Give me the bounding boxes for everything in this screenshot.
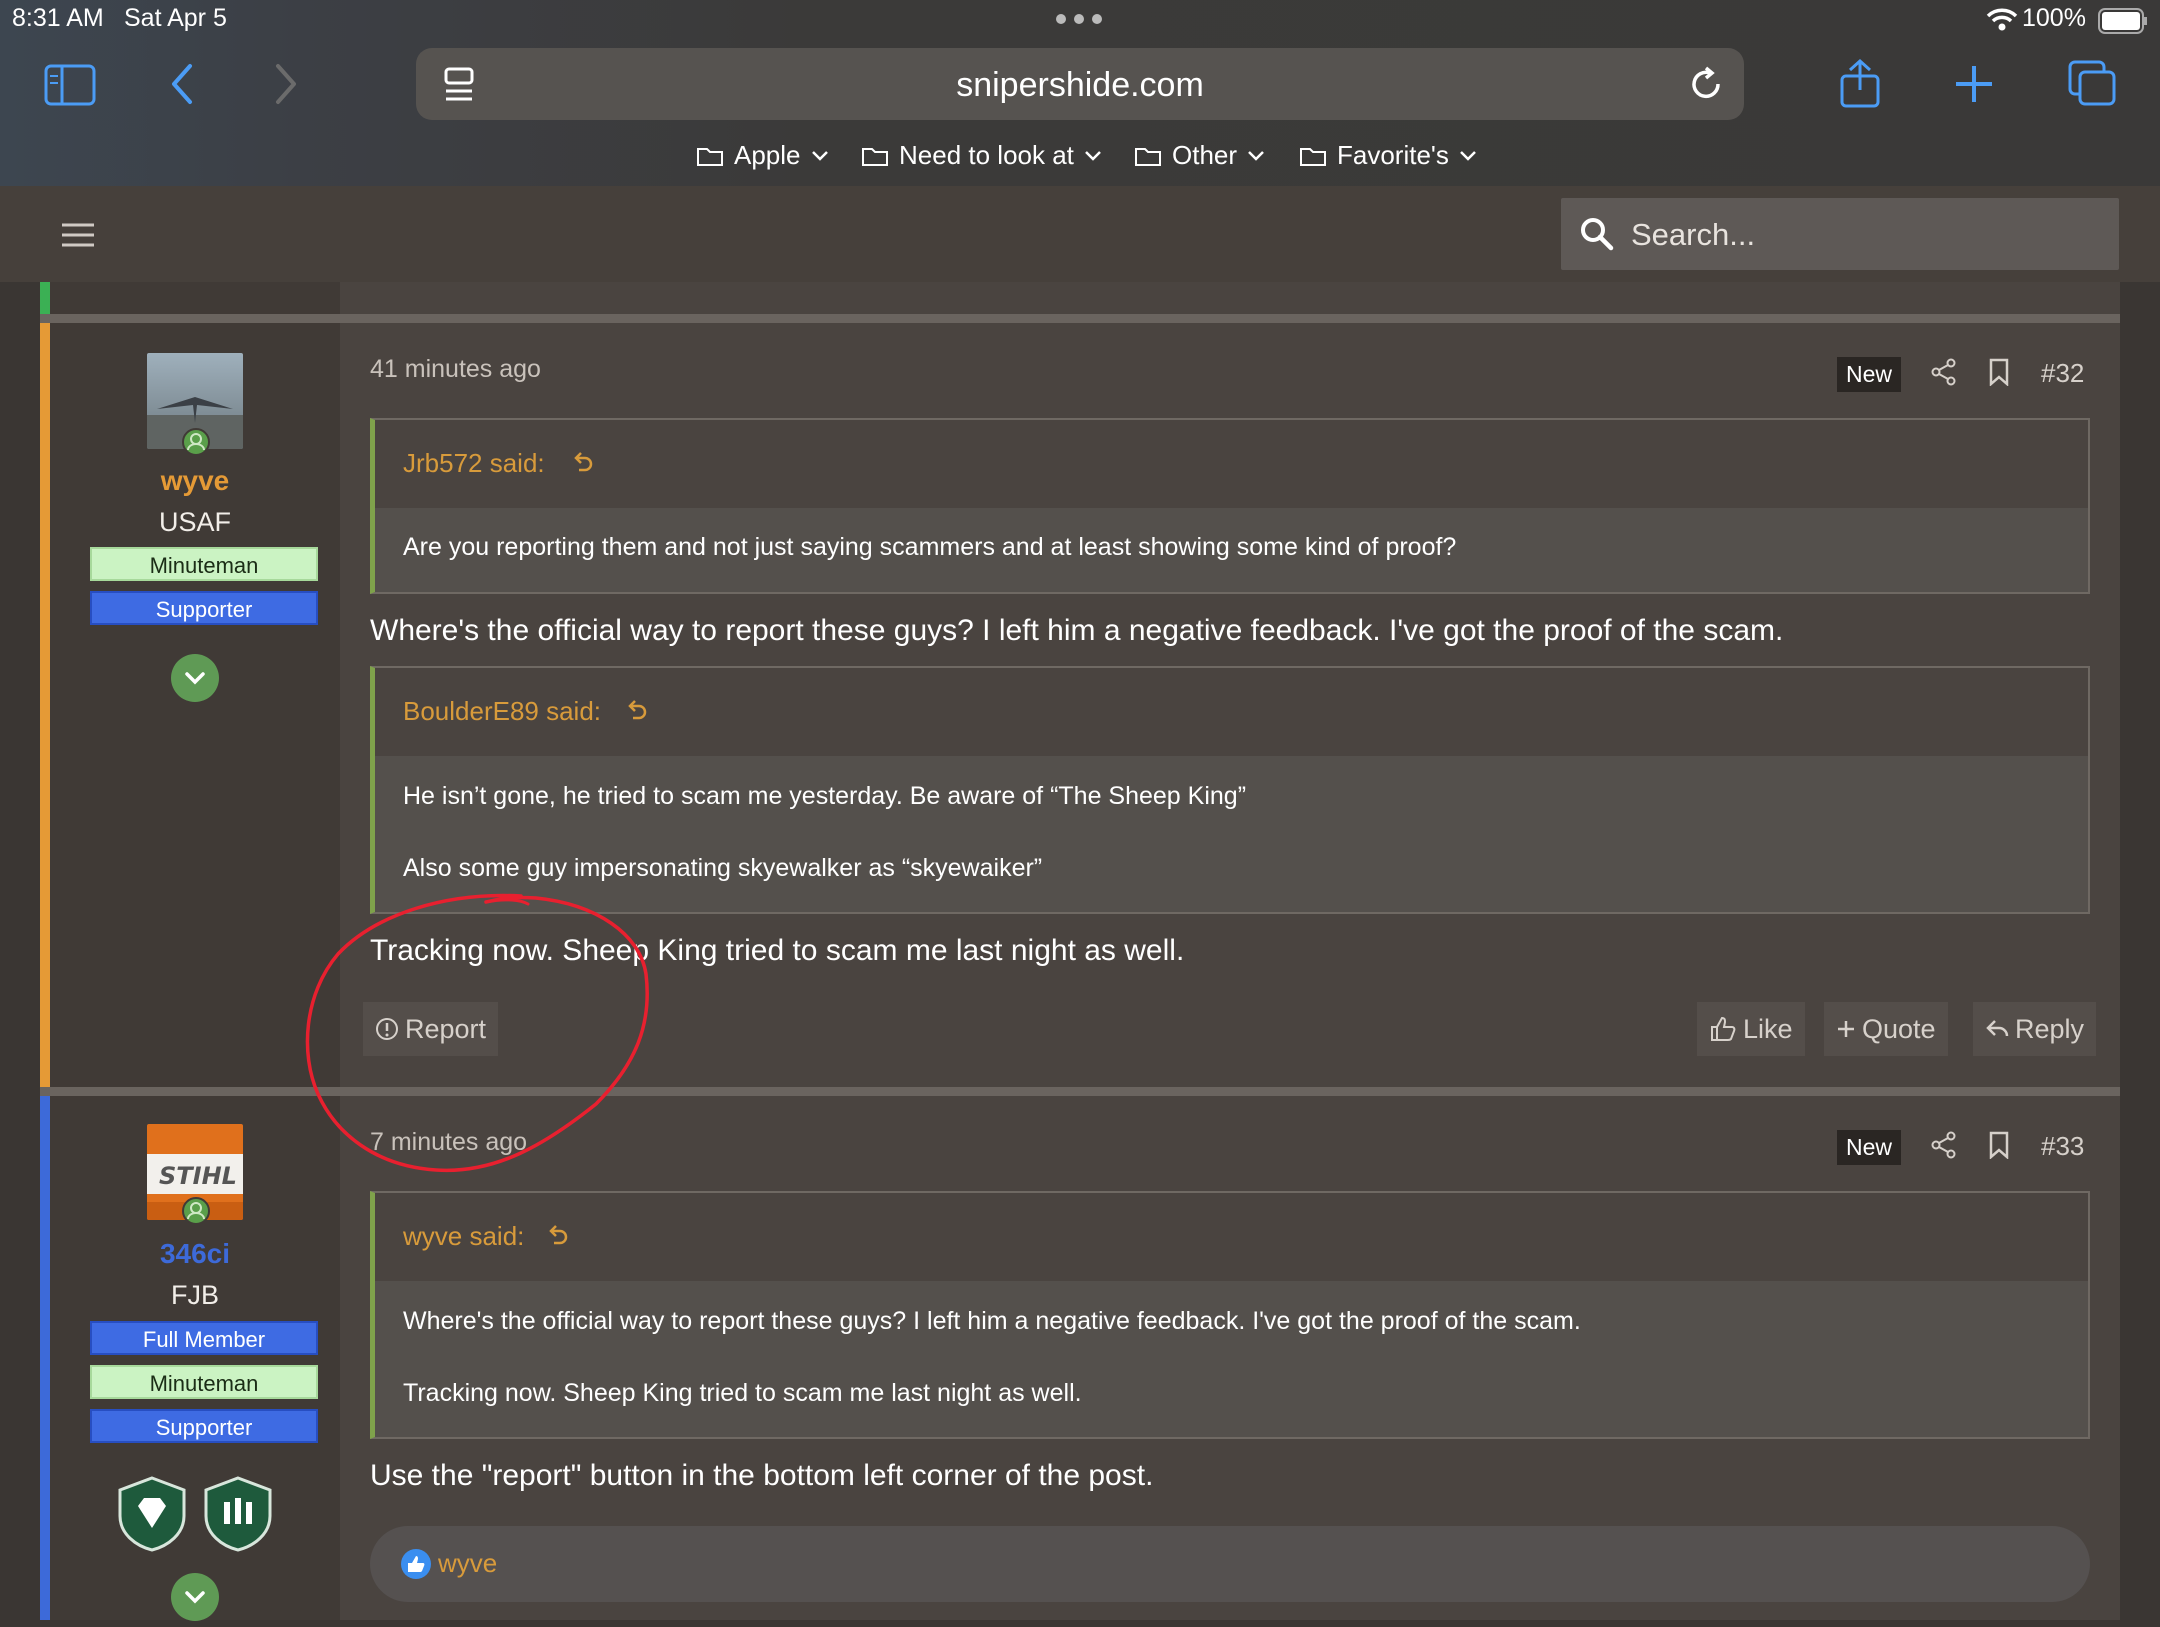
folder-icon <box>1135 147 1161 166</box>
bookmark-label: Other <box>1172 140 1238 170</box>
ammo-trophy-icon[interactable] <box>202 1476 274 1557</box>
svg-text:STIHL: STIHL <box>159 1162 237 1190</box>
reload-icon[interactable] <box>1686 64 1726 109</box>
post-number[interactable]: #32 <box>2041 358 2084 389</box>
expand-user-info-icon[interactable] <box>170 653 220 708</box>
bookmark-folder-need-to-look-at[interactable]: Need to look at <box>861 140 1102 171</box>
quote-text: Where's the official way to report these… <box>403 1307 1581 1335</box>
reply-label: Reply <box>2015 1014 2085 1044</box>
search-icon <box>1579 216 1615 257</box>
quote-text: He isn’t gone, he tried to scam me yeste… <box>403 782 1247 810</box>
reply-button[interactable]: Reply <box>1973 1002 2097 1056</box>
folder-icon <box>1300 147 1326 166</box>
annotation-circle <box>296 884 668 1189</box>
quote-block: BoulderE89 said: He isn’t gone, he tried… <box>370 666 2090 914</box>
quote-text: Are you reporting them and not just sayi… <box>403 533 1457 561</box>
share-post-icon[interactable] <box>1930 1131 1958 1164</box>
bookmark-folder-other[interactable]: Other <box>1134 140 1265 171</box>
post-accent-bar <box>40 323 50 1087</box>
like-reaction-icon <box>400 1548 432 1585</box>
expand-user-info-icon[interactable] <box>170 1572 220 1627</box>
online-status-icon <box>181 1196 211 1231</box>
user-banner-minuteman: Minuteman <box>90 547 318 581</box>
sidebar-toggle-icon[interactable] <box>44 64 96 111</box>
username[interactable]: 346ci <box>50 1238 340 1270</box>
new-badge: New <box>1837 1130 1902 1165</box>
user-banner-supporter: Supporter <box>90 591 318 625</box>
user-banner-full-member: Full Member <box>90 1321 318 1355</box>
reaction-user[interactable]: wyve <box>438 1548 497 1579</box>
reactions-bar[interactable]: wyve <box>370 1526 2090 1602</box>
status-date: Sat Apr 5 <box>124 4 227 32</box>
multitask-dots-icon[interactable] <box>1054 12 1104 31</box>
chevron-down-icon <box>1460 150 1476 161</box>
share-post-icon[interactable] <box>1930 358 1958 391</box>
thumbs-up-icon <box>1711 1016 1736 1041</box>
back-icon[interactable] <box>168 62 196 111</box>
quote-text: Also some guy impersonating skyewalker a… <box>403 854 1043 882</box>
search-input[interactable]: Search... <box>1561 198 2119 270</box>
previous-post-sidebar <box>50 282 340 314</box>
search-placeholder: Search... <box>1631 217 1756 252</box>
post-message: Where's the official way to report these… <box>370 614 1784 647</box>
bookmark-folder-favorites[interactable]: Favorite's <box>1299 140 1477 171</box>
quote-author[interactable]: BoulderE89 said: <box>403 696 601 727</box>
previous-post-bar <box>40 282 50 314</box>
bookmark-folder-apple[interactable]: Apple <box>696 140 829 171</box>
chevron-down-icon <box>1085 150 1101 161</box>
bookmark-label: Need to look at <box>899 140 1074 170</box>
like-label: Like <box>1743 1014 1793 1044</box>
bookmark-post-icon[interactable] <box>1988 358 2010 391</box>
quote-text: Tracking now. Sheep King tried to scam m… <box>403 1379 1082 1407</box>
tabs-overview-icon[interactable] <box>2068 60 2116 111</box>
bookmark-label: Apple <box>734 140 801 170</box>
hamburger-menu-icon[interactable] <box>60 222 96 253</box>
post-accent-bar <box>40 1096 50 1620</box>
jump-to-quote-icon[interactable] <box>571 450 593 479</box>
folder-icon <box>697 147 723 166</box>
battery-icon <box>2098 8 2148 39</box>
share-icon[interactable] <box>1838 58 1882 113</box>
reply-arrow-icon <box>1986 1020 2009 1037</box>
battery-percent: 100% <box>2022 4 2086 32</box>
quote-button[interactable]: Quote <box>1824 1002 1948 1056</box>
quote-label: Quote <box>1862 1014 1936 1044</box>
jump-to-quote-icon[interactable] <box>625 698 647 727</box>
user-title: FJB <box>170 1280 219 1310</box>
plus-icon <box>1838 1021 1854 1037</box>
address-bar[interactable]: snipershide.com <box>416 48 1744 120</box>
wifi-icon <box>1986 8 2018 37</box>
quote-block: Jrb572 said: Are you reporting them and … <box>370 418 2090 594</box>
chevron-down-icon <box>811 150 828 161</box>
quote-author[interactable]: Jrb572 said: <box>403 448 545 479</box>
post-message: Use the "report" button in the bottom le… <box>370 1459 1154 1492</box>
post-number[interactable]: #33 <box>2041 1131 2084 1162</box>
online-status-icon <box>181 427 211 462</box>
post-timestamp[interactable]: 41 minutes ago <box>370 355 541 384</box>
folder-icon <box>862 147 888 166</box>
status-time: 8:31 AM <box>12 4 104 32</box>
jump-to-quote-icon[interactable] <box>546 1223 568 1252</box>
quote-author[interactable]: wyve said: <box>403 1221 524 1252</box>
username[interactable]: wyve <box>50 465 340 497</box>
diamond-trophy-icon[interactable] <box>116 1476 188 1557</box>
quote-block: wyve said: Where's the official way to r… <box>370 1191 2090 1439</box>
bookmark-post-icon[interactable] <box>1988 1131 2010 1164</box>
forward-icon[interactable] <box>272 62 300 111</box>
bookmark-label: Favorite's <box>1337 140 1449 170</box>
post-separator <box>40 314 2120 323</box>
new-tab-icon[interactable] <box>1954 64 1994 109</box>
user-banner-supporter: Supporter <box>90 1409 318 1443</box>
like-button[interactable]: Like <box>1697 1002 1805 1056</box>
url-text: snipershide.com <box>956 66 1204 104</box>
user-title: USAF <box>158 507 231 537</box>
user-banner-minuteman: Minuteman <box>90 1365 318 1399</box>
new-badge: New <box>1837 357 1902 392</box>
chevron-down-icon <box>1248 150 1264 161</box>
